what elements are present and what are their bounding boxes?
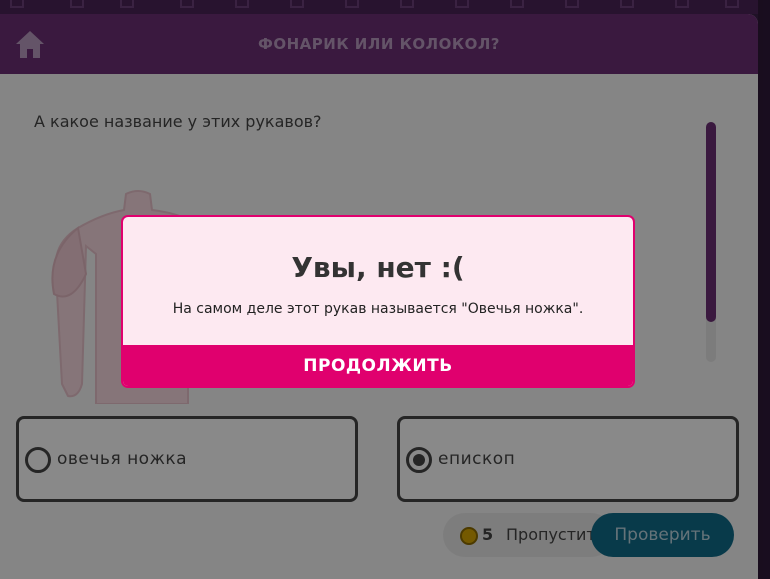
continue-button[interactable]: ПРОДОЛЖИТЬ <box>123 345 633 386</box>
dialog-title: Увы, нет :( <box>291 251 465 284</box>
dialog-message: На самом деле этот рукав называется "Ове… <box>172 301 584 317</box>
result-dialog: Увы, нет :( На самом деле этот рукав наз… <box>121 215 635 388</box>
